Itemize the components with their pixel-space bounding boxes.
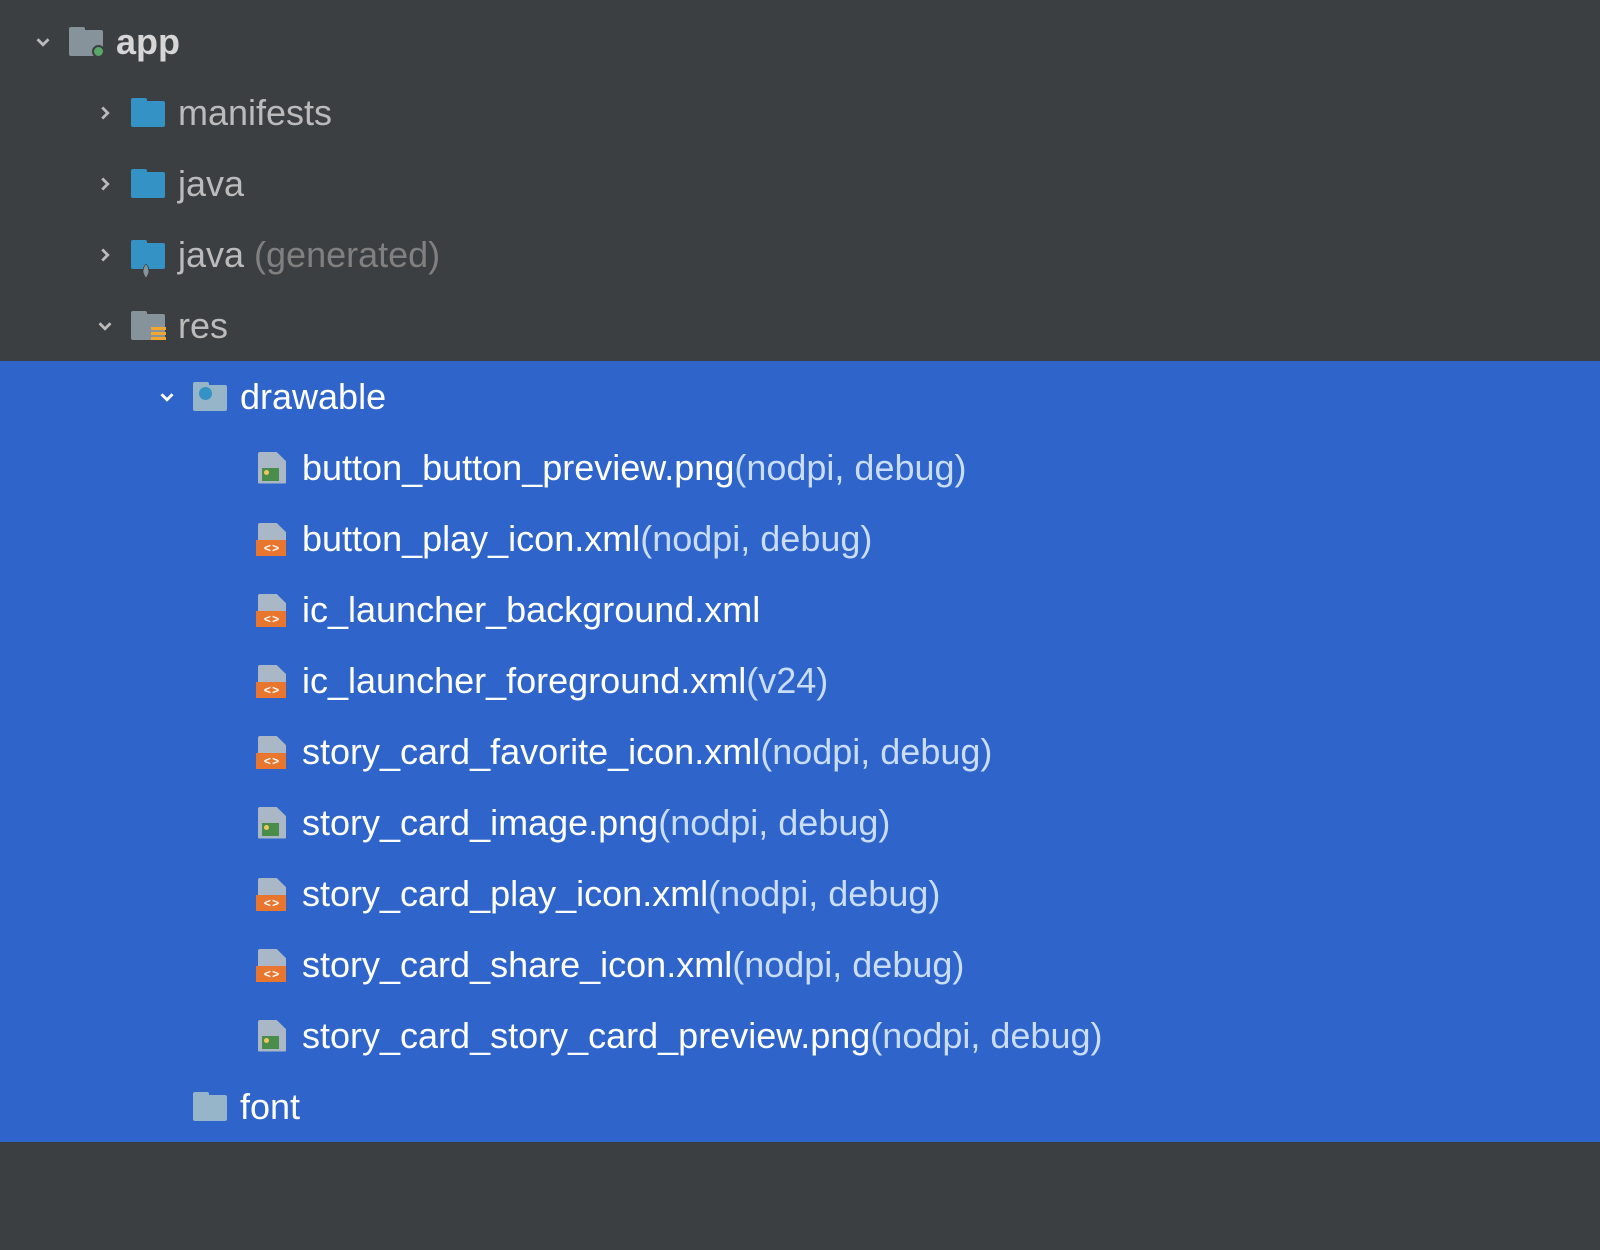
tree-item-res[interactable]: res (0, 290, 1600, 361)
tree-item-file[interactable]: button_button_preview.png (nodpi, debug) (0, 432, 1600, 503)
folder-icon (192, 1089, 228, 1125)
tree-item-suffix: (nodpi, debug) (870, 1015, 1102, 1057)
tree-item-suffix: (nodpi, debug) (708, 873, 940, 915)
xml-file-icon: < > (254, 947, 290, 983)
image-file-icon (254, 1018, 290, 1054)
tree-item-suffix: (nodpi, debug) (732, 944, 964, 986)
module-folder-icon (68, 24, 104, 60)
chevron-down-icon[interactable] (28, 27, 58, 57)
project-tree: app manifests java (0, 0, 1600, 1142)
tree-item-suffix: (v24) (746, 660, 828, 702)
tree-item-suffix: (nodpi, debug) (640, 518, 872, 560)
tree-item-app[interactable]: app (0, 6, 1600, 77)
tree-item-suffix: (nodpi, debug) (658, 802, 890, 844)
chevron-right-icon[interactable] (90, 98, 120, 128)
folder-icon (130, 95, 166, 131)
tree-item-drawable[interactable]: drawable (0, 361, 1600, 432)
tree-item-file[interactable]: < > ic_launcher_background.xml (0, 574, 1600, 645)
tree-item-label: story_card_story_card_preview.png (302, 1015, 870, 1057)
tree-item-manifests[interactable]: manifests (0, 77, 1600, 148)
chevron-down-icon[interactable] (90, 311, 120, 341)
tree-item-label: story_card_share_icon.xml (302, 944, 732, 986)
tree-item-label: java (178, 163, 244, 205)
xml-file-icon: < > (254, 663, 290, 699)
tree-item-label: manifests (178, 92, 332, 134)
tree-item-label: ic_launcher_foreground.xml (302, 660, 746, 702)
tree-item-label: java (178, 234, 244, 276)
tree-item-label: font (240, 1086, 300, 1128)
folder-icon (130, 166, 166, 202)
image-file-icon (254, 450, 290, 486)
chevron-right-icon[interactable] (90, 169, 120, 199)
tree-item-file[interactable]: < > ic_launcher_foreground.xml (v24) (0, 645, 1600, 716)
drawable-files: button_button_preview.png (nodpi, debug)… (0, 432, 1600, 1071)
resources-folder-icon (130, 308, 166, 344)
tree-item-label: button_play_icon.xml (302, 518, 640, 560)
tree-item-file[interactable]: < > story_card_favorite_icon.xml (nodpi, … (0, 716, 1600, 787)
tree-item-label: res (178, 305, 228, 347)
tree-item-file[interactable]: < > button_play_icon.xml (nodpi, debug) (0, 503, 1600, 574)
xml-file-icon: < > (254, 876, 290, 912)
tree-item-suffix: (nodpi, debug) (734, 447, 966, 489)
tree-item-file[interactable]: < > story_card_share_icon.xml (nodpi, deb… (0, 929, 1600, 1000)
chevron-right-icon[interactable] (90, 240, 120, 270)
tree-item-label: ic_launcher_background.xml (302, 589, 760, 631)
xml-file-icon: < > (254, 592, 290, 628)
tree-item-label: button_button_preview.png (302, 447, 734, 489)
tree-item-suffix: (nodpi, debug) (760, 731, 992, 773)
tree-item-file[interactable]: < > story_card_play_icon.xml (nodpi, debu… (0, 858, 1600, 929)
tree-item-java-generated[interactable]: java (generated) (0, 219, 1600, 290)
generated-folder-icon (130, 237, 166, 273)
tree-item-label: story_card_play_icon.xml (302, 873, 708, 915)
tree-item-label: story_card_favorite_icon.xml (302, 731, 760, 773)
drawable-folder-icon (192, 379, 228, 415)
tree-item-suffix: (generated) (254, 234, 440, 276)
tree-item-label: drawable (240, 376, 386, 418)
tree-item-file[interactable]: story_card_image.png (nodpi, debug) (0, 787, 1600, 858)
xml-file-icon: < > (254, 521, 290, 557)
tree-item-label: story_card_image.png (302, 802, 658, 844)
tree-item-font[interactable]: font (0, 1071, 1600, 1142)
tree-item-java[interactable]: java (0, 148, 1600, 219)
tree-item-file[interactable]: story_card_story_card_preview.png (nodpi… (0, 1000, 1600, 1071)
tree-item-label: app (116, 21, 180, 63)
image-file-icon (254, 805, 290, 841)
chevron-down-icon[interactable] (152, 382, 182, 412)
xml-file-icon: < > (254, 734, 290, 770)
